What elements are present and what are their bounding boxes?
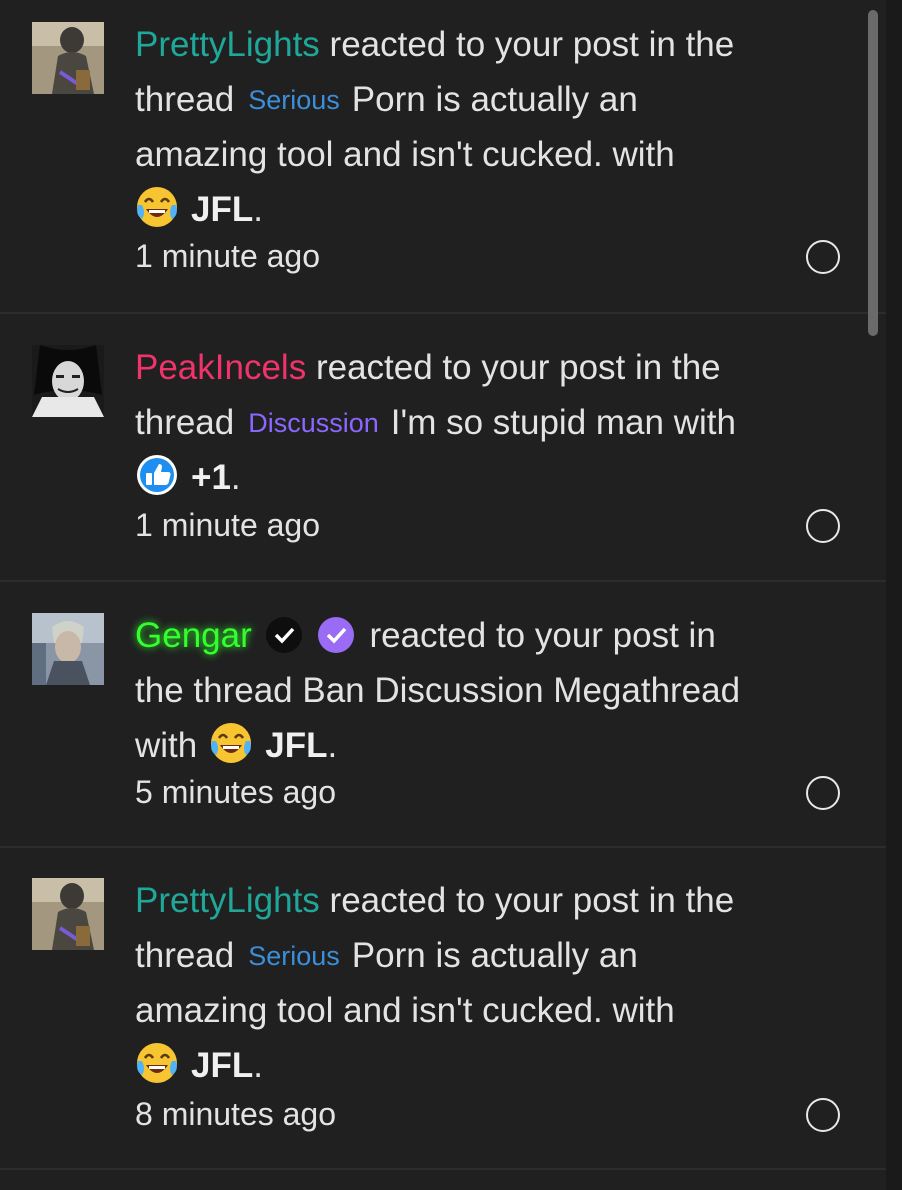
notification-text: PeakIncels reacted to your post in the t…	[135, 340, 825, 505]
notification-text: PrettyLights reacted to your post in the…	[135, 873, 825, 1093]
avatar-prettylights[interactable]	[32, 878, 104, 950]
username-link[interactable]: Gengar	[135, 616, 252, 655]
reaction-name: +1	[191, 458, 231, 497]
notification-item[interactable]: PeakIncels reacted to your post in the t…	[0, 314, 886, 582]
avatar-peakincels[interactable]	[32, 345, 104, 417]
mark-read-radio[interactable]	[806, 776, 840, 810]
period: .	[253, 1046, 263, 1085]
laughing-crying-emoji-icon	[209, 721, 253, 765]
notification-item[interactable]: Gengar reacted to your post in the threa…	[0, 582, 886, 848]
verified-purple-badge-icon	[317, 617, 354, 653]
thread-title-link[interactable]: Porn is actually an	[352, 80, 638, 119]
username-link[interactable]: PeakIncels	[135, 348, 306, 387]
avatar-prettylights[interactable]	[32, 22, 104, 94]
thread-title-link[interactable]: I'm so stupid man with	[391, 403, 736, 442]
notification-action-text: reacted to your post in the	[319, 25, 735, 64]
thread-label: thread	[135, 403, 235, 442]
reaction-name: JFL	[191, 190, 254, 229]
mark-read-radio[interactable]	[806, 509, 840, 543]
thread-prefix-tag[interactable]: Serious	[248, 85, 340, 115]
notification-time: 5 minutes ago	[135, 774, 337, 810]
verified-black-badge-icon	[265, 617, 302, 653]
notification-action-text: reacted to your post in	[359, 616, 716, 655]
avatar-gengar[interactable]	[32, 613, 104, 685]
period: .	[327, 726, 338, 765]
mark-read-radio[interactable]	[806, 240, 840, 274]
right-edge-panel	[886, 0, 902, 1190]
thread-title-link[interactable]: Porn is actually an	[352, 936, 638, 975]
notification-item[interactable]: PrettyLights reacted to your post in the…	[0, 848, 886, 1170]
notification-time: 1 minute ago	[135, 238, 321, 274]
notification-action-text: reacted to your post in the	[319, 881, 735, 920]
thread-prefix-tag[interactable]: Discussion	[248, 408, 379, 438]
reaction-name: JFL	[191, 1046, 254, 1085]
notification-list: PrettyLights reacted to your post in the…	[0, 0, 886, 1170]
thread-label: thread	[135, 80, 235, 119]
notification-time: 1 minute ago	[135, 507, 321, 543]
with-label: with	[135, 726, 198, 765]
notification-text: PrettyLights reacted to your post in the…	[135, 17, 825, 237]
thread-label: thread	[135, 936, 235, 975]
thread-prefix-tag[interactable]: Serious	[248, 941, 340, 971]
username-link[interactable]: PrettyLights	[135, 881, 320, 920]
mark-read-radio[interactable]	[806, 1098, 840, 1132]
thread-title-continued[interactable]: amazing tool and isn't cucked. with	[135, 991, 675, 1030]
thread-title-continued[interactable]: amazing tool and isn't cucked. with	[135, 135, 675, 174]
notification-time: 8 minutes ago	[135, 1096, 337, 1132]
reaction-name: JFL	[265, 726, 328, 765]
notification-item[interactable]: PrettyLights reacted to your post in the…	[0, 0, 886, 314]
username-link[interactable]: PrettyLights	[135, 25, 320, 64]
period: .	[230, 458, 241, 497]
laughing-crying-emoji-icon	[135, 1041, 179, 1085]
thread-title-link[interactable]: the thread Ban Discussion Megathread	[135, 671, 740, 710]
notification-text: Gengar reacted to your post in the threa…	[135, 608, 825, 773]
thumbs-up-icon	[135, 453, 179, 497]
notification-action-text: reacted to your post in the	[306, 348, 721, 387]
scrollbar-thumb[interactable]	[868, 10, 878, 336]
laughing-crying-emoji-icon	[135, 185, 179, 229]
period: .	[253, 190, 263, 229]
